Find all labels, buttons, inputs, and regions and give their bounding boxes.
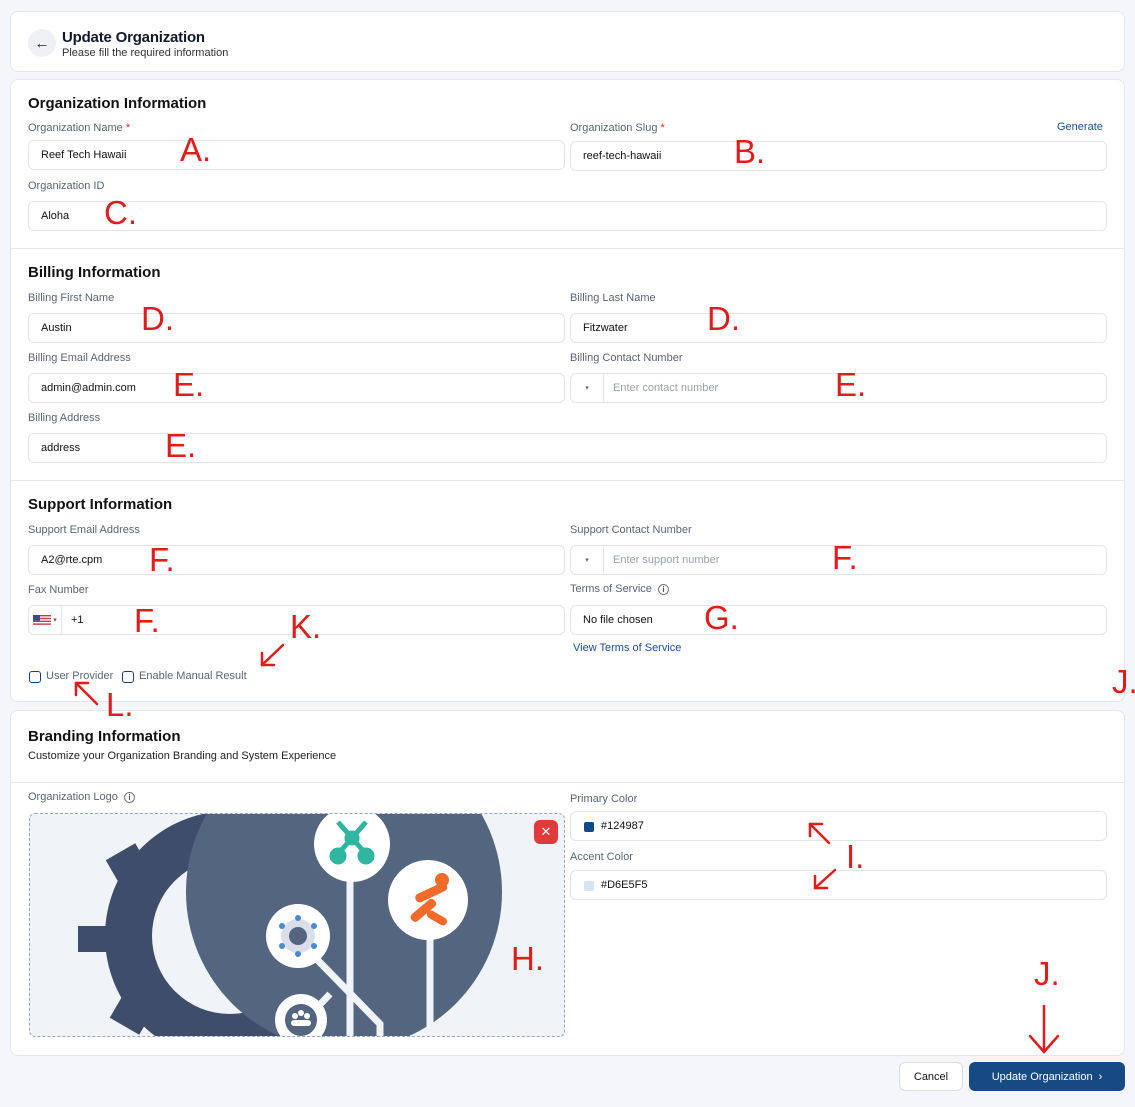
branding-section-title: Branding Information xyxy=(28,728,181,745)
annotation-b: B. xyxy=(734,133,766,170)
annotation-j-2: J. xyxy=(1034,955,1060,992)
billing-address-label: Billing Address xyxy=(28,412,101,424)
support-contact-label: Support Contact Number xyxy=(570,524,692,536)
back-arrow-icon[interactable]: ← xyxy=(28,29,56,57)
org-section-title: Organization Information xyxy=(28,95,207,112)
manual-result-checkbox[interactable] xyxy=(122,671,134,683)
chevron-right-icon: › xyxy=(1098,1070,1103,1083)
billing-contact-label: Billing Contact Number xyxy=(570,352,683,364)
page-header: ← Update Organization Please fill the re… xyxy=(10,11,1125,72)
org-name-label: Organization Name * xyxy=(28,122,131,134)
primary-color-value: #124987 xyxy=(601,820,644,832)
country-code-dropdown[interactable]: ▾ xyxy=(571,546,604,574)
user-provider-checkbox[interactable] xyxy=(29,671,41,683)
fax-label: Fax Number xyxy=(28,584,89,596)
annotation-f: F. xyxy=(149,541,175,578)
support-section-title: Support Information xyxy=(28,496,173,513)
tos-file-input[interactable]: No file chosen xyxy=(570,605,1107,635)
org-id-input[interactable]: Aloha xyxy=(28,201,1107,231)
required-mark: * xyxy=(125,122,131,134)
update-organization-label: Update Organization xyxy=(991,1070,1093,1083)
support-email-input[interactable]: A2@rte.cpm xyxy=(28,545,565,575)
billing-first-name-label: Billing First Name xyxy=(28,292,115,304)
primary-color-swatch[interactable] xyxy=(584,822,594,832)
annotation-c: C. xyxy=(104,194,137,231)
org-logo-upload[interactable]: ✕ xyxy=(29,813,565,1037)
billing-email-input[interactable]: admin@admin.com xyxy=(28,373,565,403)
page-subtitle: Please fill the required information xyxy=(62,47,229,59)
billing-section-title: Billing Information xyxy=(28,264,161,281)
update-organization-button[interactable]: Update Organization › xyxy=(969,1062,1125,1091)
support-contact-placeholder: Enter support number xyxy=(613,554,720,566)
accent-color-label: Accent Color xyxy=(570,851,633,863)
branding-subtitle: Customize your Organization Branding and… xyxy=(28,750,337,762)
section-divider xyxy=(11,248,1124,249)
org-slug-label: Organization Slug * xyxy=(570,122,665,134)
us-flag-icon xyxy=(33,615,52,625)
user-provider-label: User Provider xyxy=(46,670,114,682)
billing-last-name-label: Billing Last Name xyxy=(570,292,656,304)
annotation-e-3: E. xyxy=(165,427,197,464)
annotation-f-3: F. xyxy=(134,602,160,639)
annotation-d-2: D. xyxy=(707,300,740,337)
annotation-g: G. xyxy=(704,599,739,636)
billing-last-name-input[interactable]: Fitzwater xyxy=(570,313,1107,343)
accent-color-input[interactable]: #D6E5F5 xyxy=(570,870,1107,900)
annotation-a: A. xyxy=(180,131,212,168)
org-slug-input[interactable]: reef-tech-hawaii xyxy=(570,141,1107,171)
tos-label: Terms of Service i xyxy=(570,583,670,595)
section-divider xyxy=(11,480,1124,481)
org-id-label: Organization ID xyxy=(28,180,105,192)
generate-link[interactable]: Generate xyxy=(1057,121,1103,133)
accent-color-swatch[interactable] xyxy=(584,881,594,891)
annotation-h: H. xyxy=(511,940,544,977)
annotation-e-2: E. xyxy=(835,366,867,403)
primary-color-input[interactable]: #124987 xyxy=(570,811,1107,841)
branding-card: Branding Information Customize your Orga… xyxy=(10,710,1125,1056)
annotation-f-2: F. xyxy=(832,539,858,576)
section-divider xyxy=(11,782,1124,783)
info-icon[interactable]: i xyxy=(658,584,670,595)
accent-color-value: #D6E5F5 xyxy=(601,879,648,891)
annotation-k: K. xyxy=(290,608,322,645)
remove-logo-button[interactable]: ✕ xyxy=(534,820,558,844)
required-mark: * xyxy=(660,122,665,134)
support-email-label: Support Email Address xyxy=(28,524,140,536)
primary-color-label: Primary Color xyxy=(570,793,638,805)
view-tos-link[interactable]: View Terms of Service xyxy=(573,642,681,654)
billing-first-name-input[interactable]: Austin xyxy=(28,313,565,343)
billing-email-label: Billing Email Address xyxy=(28,352,131,364)
info-icon[interactable]: i xyxy=(124,792,136,803)
fax-value: +1 xyxy=(71,614,84,626)
annotation-l: L. xyxy=(106,686,134,723)
annotation-j: J. xyxy=(1112,663,1135,700)
country-code-dropdown[interactable]: ▾ xyxy=(571,374,604,402)
annotation-e: E. xyxy=(173,366,205,403)
annotation-i: I. xyxy=(846,838,865,875)
org-logo-image xyxy=(78,814,502,1036)
us-flag-dropdown[interactable]: ▾ xyxy=(29,606,62,634)
annotation-d: D. xyxy=(141,300,174,337)
manual-result-label: Enable Manual Result xyxy=(139,670,247,682)
org-logo-label: Organization Logo i xyxy=(28,791,136,803)
billing-contact-placeholder: Enter contact number xyxy=(613,382,719,394)
cancel-button[interactable]: Cancel xyxy=(899,1062,963,1091)
org-name-input[interactable]: Reef Tech Hawaii xyxy=(28,140,565,170)
page-title: Update Organization xyxy=(62,29,205,46)
